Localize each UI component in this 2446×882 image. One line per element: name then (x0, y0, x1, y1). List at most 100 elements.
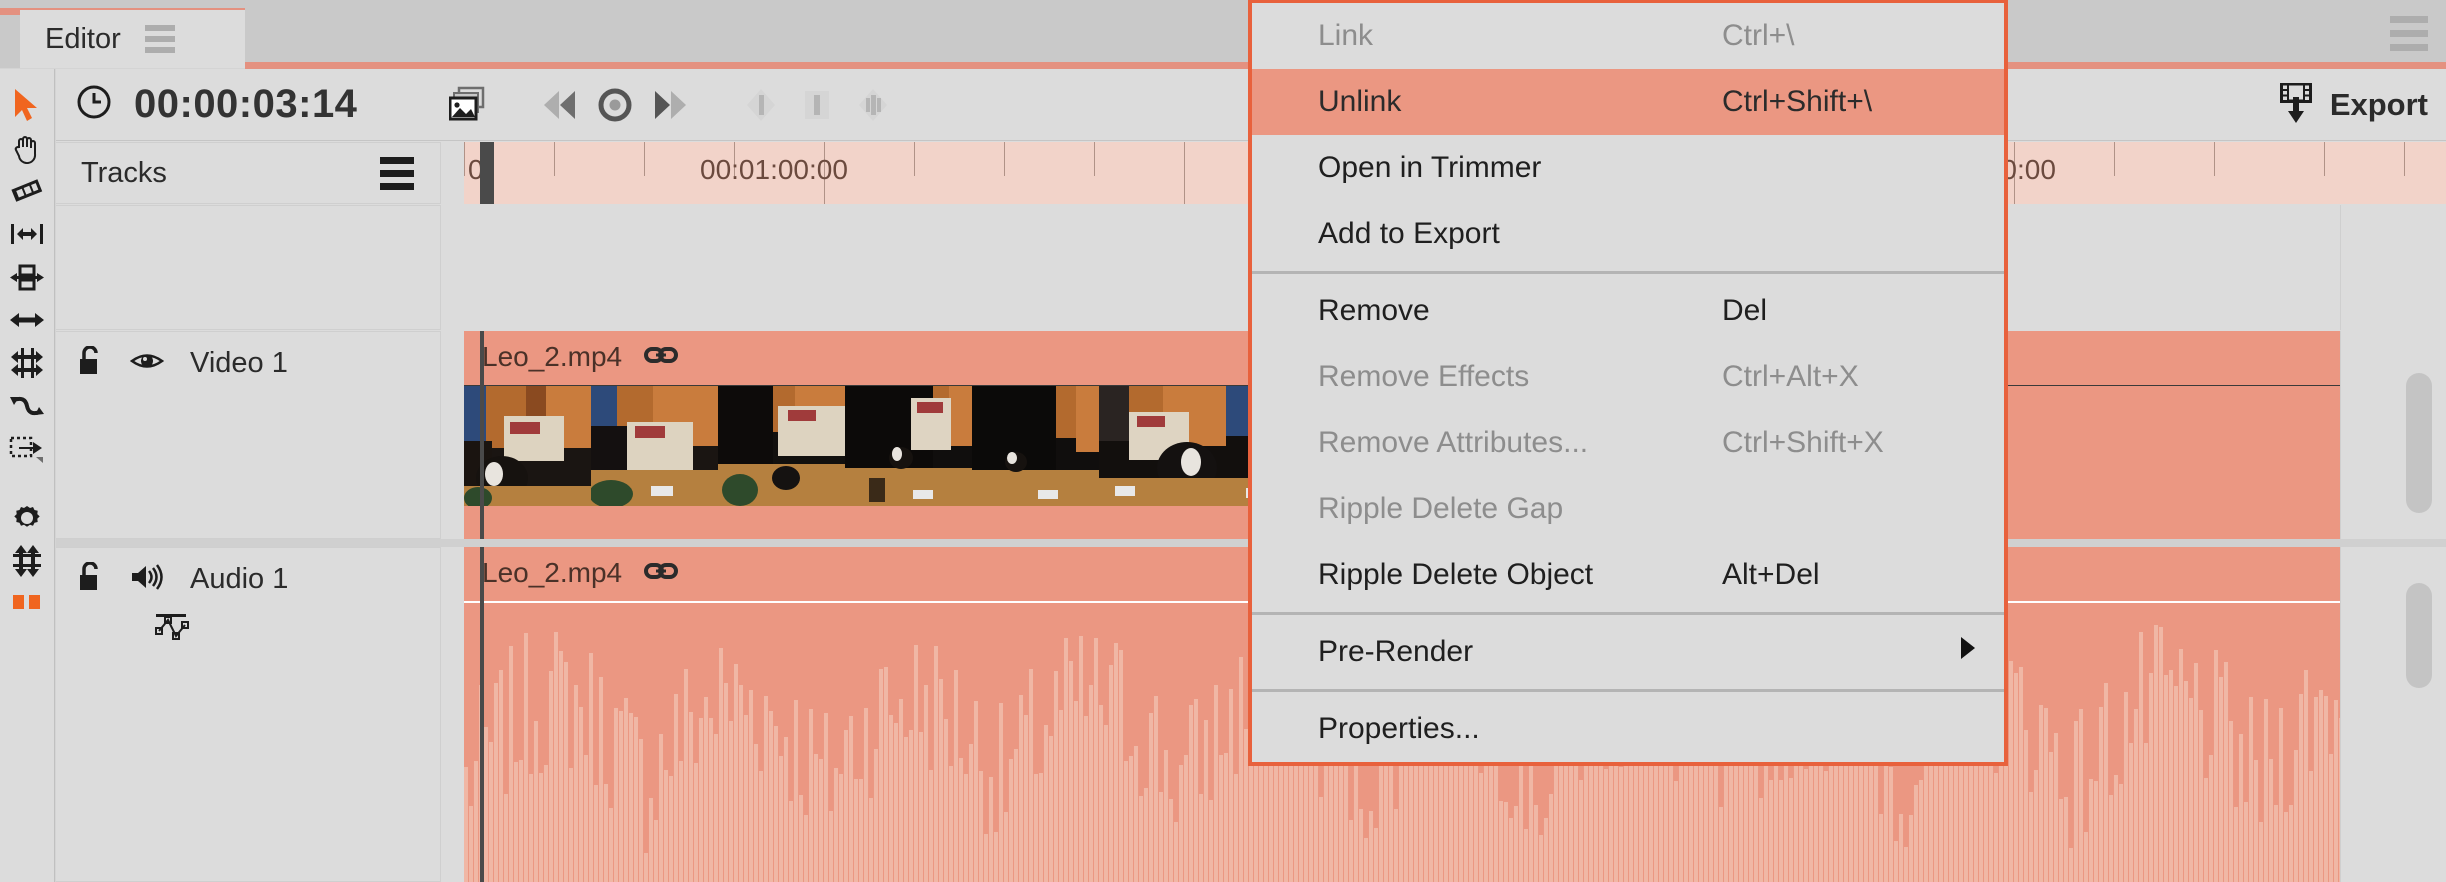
spacer-scroll-col (2340, 205, 2446, 330)
mark-in-button[interactable] (733, 75, 789, 135)
waveform-bar (2074, 721, 2078, 882)
waveform-bar (1064, 638, 1068, 882)
waveform-bar (849, 716, 853, 882)
context-menu-item-label: Add to Export (1318, 217, 1500, 250)
speaker-icon[interactable] (130, 563, 164, 596)
waveform-bar (609, 807, 613, 882)
waveform-bar (1209, 800, 1213, 882)
eye-icon[interactable] (129, 349, 165, 378)
waveform-bar (1169, 798, 1173, 882)
waveform-bar (2154, 624, 2158, 882)
timecode-group: 00:00:03:14 (56, 82, 441, 127)
slip-tool[interactable] (0, 255, 55, 298)
razor-split-tool[interactable] (0, 169, 55, 212)
clip-context-menu[interactable]: Link Ctrl+\ Unlink Ctrl+Shift+\ Open in Trim… (1248, 0, 2008, 766)
waveform-bar (1099, 704, 1103, 882)
playhead-handle[interactable] (480, 142, 494, 204)
context-menu-item-ripple-delete-object[interactable]: Ripple Delete Object Alt+Del (1252, 542, 2004, 608)
waveform-bar (1094, 638, 1098, 882)
waveform-bar (2274, 804, 2278, 882)
waveform-bar (579, 706, 583, 882)
trim-tool[interactable] (0, 212, 55, 255)
chain-link-icon[interactable] (644, 560, 679, 587)
waveform-bar (2129, 742, 2133, 882)
waveform-bar (829, 810, 833, 882)
waveform-bar (2059, 799, 2063, 882)
track-head-audio-1[interactable]: Audio 1 (56, 547, 441, 882)
waveform-bar (1189, 704, 1193, 882)
context-menu-separator (1252, 271, 2004, 274)
select-arrow-tool[interactable] (0, 83, 55, 126)
settings-tool[interactable] (0, 496, 55, 539)
waveform-bar (1884, 752, 1888, 882)
waveform-bar (654, 820, 658, 882)
waveform-bar (1044, 725, 1048, 882)
export-button[interactable]: Export (2276, 75, 2428, 135)
waveform-bar (2309, 771, 2313, 882)
waveform-bar (1319, 796, 1323, 882)
vertical-move-tool[interactable] (0, 539, 55, 582)
unlocked-padlock-icon[interactable] (76, 561, 104, 597)
video-scroll-col (2340, 331, 2446, 539)
ruler-label-1: 00:01:00:00 (700, 154, 848, 185)
audio-envelope-icon[interactable] (152, 614, 192, 649)
waveform-bar (2014, 673, 2018, 882)
waveform-bar (2299, 694, 2303, 882)
waveform-bar (554, 632, 558, 882)
waveform-bar (794, 700, 798, 882)
audio-vertical-scrollbar-thumb[interactable] (2406, 583, 2432, 688)
chain-link-icon[interactable] (644, 344, 679, 371)
fast-forward-button[interactable] (643, 75, 699, 135)
context-menu-item-properties[interactable]: Properties... (1252, 696, 2004, 762)
unlocked-padlock-icon[interactable] (76, 345, 104, 381)
waveform-bar (1914, 785, 1918, 882)
context-menu-item-add-to-export[interactable]: Add to Export (1252, 201, 2004, 267)
window-menu-icon[interactable] (2390, 16, 2428, 51)
audio-scroll-col (2340, 547, 2446, 882)
waveform-bar (1729, 765, 1733, 882)
waveform-bar (2324, 695, 2328, 882)
waveform-bar (899, 698, 903, 882)
move-tool[interactable] (0, 341, 55, 384)
waveform-bar (509, 645, 513, 882)
tab-editor[interactable]: Editor (20, 10, 245, 68)
mark-clip-button[interactable] (789, 75, 845, 135)
waveform-bar (1114, 643, 1118, 882)
tab-menu-icon[interactable] (144, 25, 175, 53)
video-vertical-scrollbar-thumb[interactable] (2406, 373, 2432, 513)
waveform-bar (2019, 666, 2023, 882)
context-menu-item-open-in-trimmer[interactable]: Open in Trimmer (1252, 135, 2004, 201)
waveform-bar (524, 632, 528, 882)
waveform-bar (2099, 706, 2103, 882)
waveform-bar (1719, 806, 1723, 882)
rewind-button[interactable] (531, 75, 587, 135)
hand-pan-tool[interactable] (0, 126, 55, 169)
waveform-bar (1824, 771, 1828, 882)
record-button[interactable] (587, 75, 643, 135)
tracks-menu-icon[interactable] (380, 156, 414, 190)
waveform-bar (664, 770, 668, 882)
waveform-bar (779, 756, 783, 882)
context-menu-item-remove[interactable]: Remove Del (1252, 278, 2004, 344)
slide-tool[interactable] (0, 298, 55, 341)
waveform-bar (604, 783, 608, 882)
waveform-bar (719, 647, 723, 882)
waveform-bar (2164, 675, 2168, 882)
snapshot-button[interactable] (441, 75, 497, 135)
marquee-move-tool[interactable] (0, 427, 55, 470)
color-swatch-tool[interactable] (0, 582, 55, 625)
waveform-bar (739, 685, 743, 882)
mark-out-button[interactable] (845, 75, 901, 135)
waveform-bar (2179, 648, 2183, 882)
waveform-bar (2279, 708, 2283, 882)
waveform-bar (1364, 837, 1368, 882)
track-head-video-1[interactable]: Video 1 (56, 331, 441, 539)
waveform-bar (2334, 700, 2338, 882)
waveform-bar (2134, 708, 2138, 882)
waveform-bar (1974, 753, 1978, 882)
context-menu-item-unlink[interactable]: Unlink Ctrl+Shift+\ (1252, 69, 2004, 135)
tab-editor-label: Editor (45, 22, 121, 55)
waveform-bar (1174, 821, 1178, 882)
curve-tool[interactable] (0, 384, 55, 427)
context-menu-item-pre-render[interactable]: Pre-Render (1252, 619, 2004, 685)
